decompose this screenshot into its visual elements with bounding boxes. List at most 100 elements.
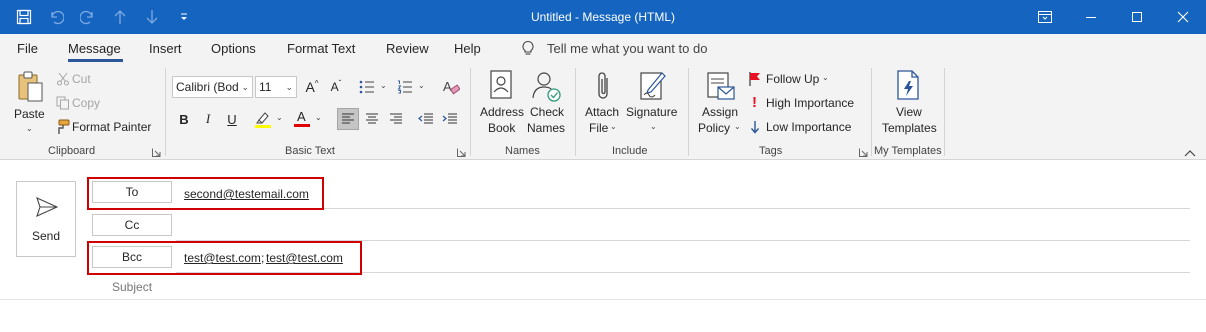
include-group-label: Include bbox=[612, 145, 648, 157]
tab-format-text[interactable]: Format Text bbox=[287, 41, 355, 56]
view-templates-label-1: View bbox=[896, 105, 922, 119]
undo-button[interactable] bbox=[40, 0, 72, 34]
follow-up-button[interactable]: Follow Up ⌄ bbox=[748, 71, 832, 89]
send-button[interactable]: Send bbox=[16, 181, 76, 257]
attach-dropdown-icon: ⌄ bbox=[610, 122, 617, 131]
font-color-button[interactable]: A bbox=[291, 108, 313, 130]
svg-text:A: A bbox=[443, 79, 452, 94]
tab-options[interactable]: Options bbox=[211, 41, 256, 56]
ribbon-display-options-button[interactable] bbox=[1022, 0, 1068, 34]
bold-icon: B bbox=[179, 111, 189, 127]
previous-item-button[interactable] bbox=[104, 0, 136, 34]
close-button[interactable] bbox=[1160, 0, 1206, 34]
bullets-button[interactable] bbox=[356, 76, 378, 98]
to-field[interactable] bbox=[176, 181, 1190, 207]
format-painter-button[interactable]: Format Painter bbox=[54, 119, 154, 137]
bullets-dropdown-icon[interactable]: ⌄ bbox=[380, 81, 387, 90]
flag-icon bbox=[749, 72, 760, 86]
increase-indent-button[interactable] bbox=[439, 108, 461, 130]
align-center-button[interactable] bbox=[361, 108, 383, 130]
highlight-dropdown-icon[interactable]: ⌄ bbox=[276, 113, 283, 122]
bullets-icon bbox=[359, 80, 374, 94]
align-left-button[interactable] bbox=[337, 108, 359, 130]
redo-icon bbox=[80, 10, 93, 25]
numbering-icon bbox=[397, 80, 412, 94]
low-importance-button[interactable]: Low Importance bbox=[748, 119, 860, 137]
cut-button[interactable]: Cut bbox=[54, 71, 104, 89]
decrease-indent-button[interactable] bbox=[415, 108, 437, 130]
copy-button[interactable]: Copy bbox=[54, 95, 104, 113]
next-item-button[interactable] bbox=[136, 0, 168, 34]
tab-file[interactable]: File bbox=[17, 41, 38, 56]
group-separator bbox=[165, 68, 166, 156]
subject-field[interactable] bbox=[176, 276, 1190, 298]
tags-group-label: Tags bbox=[759, 145, 783, 157]
font-name-value: Calibri (Bod bbox=[176, 80, 239, 94]
assign-policy-button[interactable]: Assign Policy ⌄ bbox=[696, 68, 744, 140]
redo-button[interactable] bbox=[72, 0, 104, 34]
cc-field[interactable] bbox=[176, 214, 1190, 238]
arrow-down-icon bbox=[750, 121, 760, 134]
check-names-button[interactable]: Check Names bbox=[524, 68, 570, 140]
grow-font-icon: A bbox=[305, 79, 315, 95]
numbering-dropdown-icon[interactable]: ⌄ bbox=[418, 81, 425, 90]
save-button[interactable] bbox=[8, 0, 40, 34]
underline-button[interactable]: U bbox=[221, 108, 243, 130]
signature-button[interactable]: Signature ⌄ bbox=[624, 68, 680, 140]
basic-text-dialog-launcher-icon[interactable] bbox=[457, 148, 466, 157]
title-bar: Untitled - Message (HTML) bbox=[0, 0, 1206, 34]
address-book-button[interactable]: Address Book bbox=[478, 68, 524, 140]
assign-policy-label-1: Assign bbox=[702, 105, 739, 119]
font-color-dropdown-icon[interactable]: ⌄ bbox=[315, 113, 322, 122]
numbering-button[interactable] bbox=[394, 76, 416, 98]
shrink-font-button[interactable]: Aˇ bbox=[325, 76, 347, 98]
tab-help[interactable]: Help bbox=[454, 41, 481, 56]
check-names-icon bbox=[532, 72, 561, 102]
highlight-button[interactable] bbox=[252, 108, 274, 130]
paste-button[interactable]: Paste ⌄ bbox=[10, 68, 50, 133]
tell-me-search[interactable]: Tell me what you want to do bbox=[521, 40, 707, 56]
font-name-combo[interactable]: Calibri (Bod ⌄ bbox=[172, 76, 253, 98]
bold-button[interactable]: B bbox=[173, 108, 195, 130]
check-names-label-1: Check bbox=[530, 105, 565, 119]
clipboard-dialog-launcher-icon[interactable] bbox=[152, 148, 161, 157]
collapse-ribbon-icon[interactable] bbox=[1184, 149, 1196, 157]
clear-formatting-button[interactable]: A bbox=[440, 76, 462, 98]
minimize-button[interactable] bbox=[1068, 0, 1114, 34]
group-separator bbox=[871, 68, 872, 156]
font-size-combo[interactable]: 11 ⌄ bbox=[255, 76, 297, 98]
scissors-icon bbox=[57, 72, 69, 86]
tab-message[interactable]: Message bbox=[68, 41, 121, 56]
window-controls bbox=[1022, 0, 1206, 34]
signature-icon bbox=[640, 72, 666, 100]
italic-button[interactable]: I bbox=[197, 108, 219, 130]
font-size-value: 11 bbox=[259, 80, 272, 94]
copy-icon bbox=[56, 96, 69, 110]
minimize-icon bbox=[1086, 17, 1096, 18]
follow-up-dropdown-icon: ⌄ bbox=[822, 73, 829, 82]
assign-policy-dropdown-icon: ⌄ bbox=[734, 122, 741, 131]
tab-review[interactable]: Review bbox=[386, 41, 429, 56]
tab-insert[interactable]: Insert bbox=[149, 41, 182, 56]
save-icon bbox=[16, 9, 32, 25]
arrow-down-icon bbox=[146, 10, 158, 24]
tags-dialog-launcher-icon[interactable] bbox=[859, 148, 868, 157]
attach-file-label-1: Attach bbox=[585, 105, 620, 119]
group-separator bbox=[688, 68, 689, 156]
align-right-button[interactable] bbox=[385, 108, 407, 130]
align-left-icon bbox=[342, 113, 354, 124]
high-importance-button[interactable]: ! High Importance bbox=[748, 94, 860, 113]
group-separator bbox=[470, 68, 471, 156]
maximize-button[interactable] bbox=[1114, 0, 1160, 34]
check-names-label-2: Names bbox=[527, 121, 566, 135]
bcc-highlight-box bbox=[87, 241, 362, 275]
attach-file-button[interactable]: Attach File ⌄ bbox=[582, 68, 626, 140]
view-templates-button[interactable]: View Templates bbox=[876, 68, 942, 140]
high-importance-label: High Importance bbox=[766, 96, 855, 110]
chevron-down-icon: ⌄ bbox=[285, 82, 293, 92]
grow-font-button[interactable]: A ^ bbox=[301, 76, 323, 98]
customize-qat-button[interactable] bbox=[168, 0, 200, 34]
font-color-icon: A bbox=[297, 109, 306, 124]
arrow-up-icon bbox=[114, 10, 126, 24]
cc-button[interactable]: Cc bbox=[92, 214, 172, 236]
